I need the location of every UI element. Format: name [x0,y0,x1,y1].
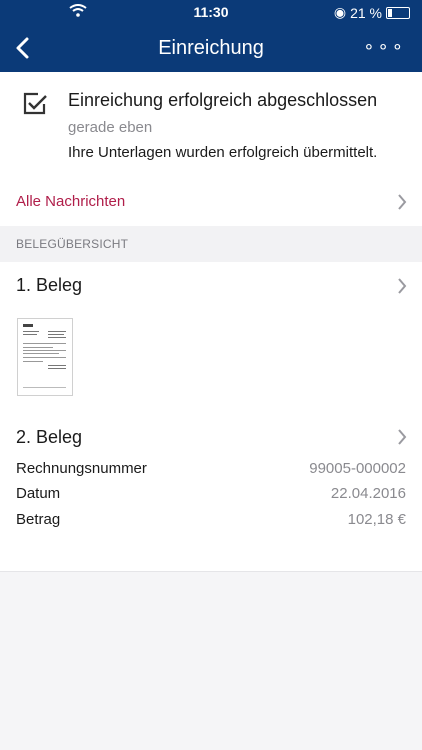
message-title: Einreichung erfolgreich abgeschlossen [68,90,378,110]
receipt-thumbnail[interactable] [17,318,73,396]
all-messages-link[interactable]: Alle Nachrichten [0,178,422,227]
battery-text: 21 % [350,4,382,21]
detail-label: Rechnungsnummer [16,460,147,477]
status-bar: 11:30 ◉ 21 % [0,0,422,24]
message-time: gerade eben [68,119,153,136]
orientation-lock-icon: ◉ [333,4,347,20]
detail-row: Betrag 102,18 € [16,511,406,531]
receipt-2-title: 2. Beleg [16,427,83,447]
section-label: BELEGÜBERSICHT [16,237,129,251]
receipt-1-title: 1. Beleg [16,275,83,295]
chevron-right-icon [398,278,407,294]
page-title: Einreichung [158,37,264,59]
detail-label: Betrag [16,511,61,528]
detail-value: 99005-000002 [309,460,406,477]
detail-row: Datum 22.04.2016 [16,485,406,505]
chevron-right-icon [398,429,407,445]
section-header: BELEGÜBERSICHT [0,226,422,263]
checkbox-checked-icon [23,92,47,115]
battery-indicator: ◉ 21 % [334,4,410,21]
nav-bar: Einreichung ∘∘∘ [0,24,422,72]
more-button[interactable]: ∘∘∘ [363,36,406,57]
detail-label: Datum [16,485,61,502]
battery-icon [386,6,410,19]
chevron-right-icon [398,194,407,210]
receipt-2[interactable]: 2. Beleg Rechnungsnummer 99005-000002 Da… [0,413,422,572]
all-messages-label: Alle Nachrichten [16,193,126,210]
detail-value: 102,18 € [347,511,406,528]
detail-value: 22.04.2016 [330,485,406,502]
receipt-1[interactable]: 1. Beleg [0,262,422,414]
message-body: Ihre Unterlagen wurden erfolgreich überm… [68,144,378,161]
battery-fill [388,8,392,17]
detail-row: Rechnungsnummer 99005-000002 [16,460,406,480]
top-bar: 11:30 ◉ 21 % Einreichung ∘∘∘ [0,0,422,72]
message-card: Einreichung erfolgreich abgeschlossen ge… [0,72,422,179]
